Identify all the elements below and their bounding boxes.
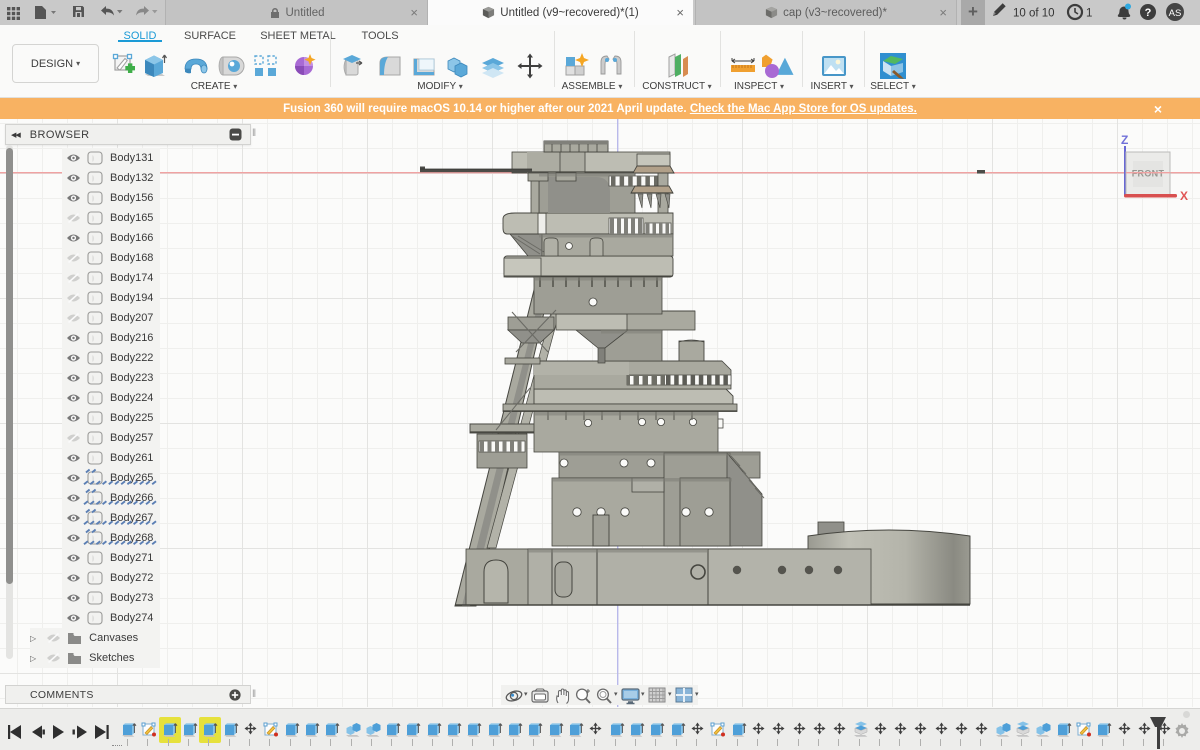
svg-text:X: X xyxy=(1180,189,1188,203)
svg-text:AS: AS xyxy=(1169,8,1182,19)
svg-text:FRONT: FRONT xyxy=(1132,169,1165,179)
svg-text:Z: Z xyxy=(1121,133,1128,147)
svg-text:1: 1 xyxy=(1086,8,1092,20)
svg-text:?: ? xyxy=(1145,7,1152,19)
svg-text:10 of 10: 10 of 10 xyxy=(1013,8,1055,20)
